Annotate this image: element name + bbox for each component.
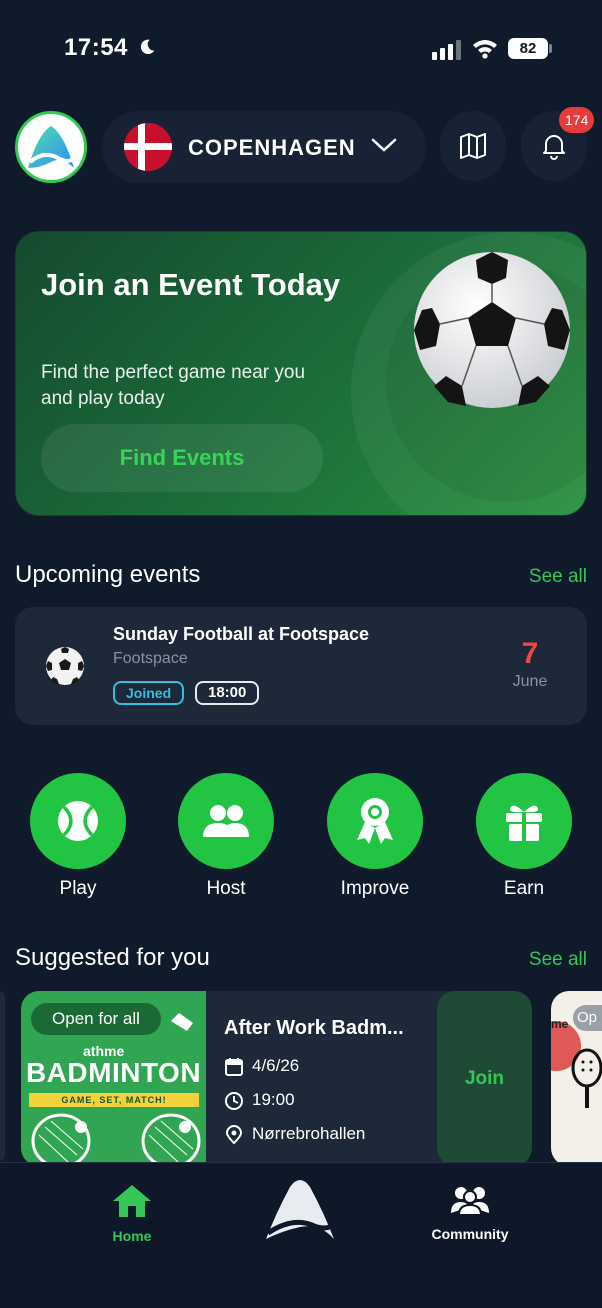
joined-badge: Joined	[113, 681, 185, 705]
nav-community[interactable]: Community	[428, 1183, 512, 1242]
status-time: 17:54	[64, 34, 128, 61]
nav-home[interactable]: Home	[102, 1183, 162, 1244]
hero-banner: Join an Event Today Find the perfect gam…	[15, 231, 587, 516]
users-icon	[203, 805, 249, 837]
improve-action-circle[interactable]	[327, 773, 423, 869]
clock-icon	[225, 1091, 243, 1110]
bottom-navigation: Home Community	[0, 1162, 602, 1308]
find-events-button[interactable]: Find Events	[41, 424, 323, 492]
join-button[interactable]: Join	[437, 991, 532, 1166]
earn-label: Earn	[503, 878, 545, 899]
event-time-badge: 18:00	[195, 681, 260, 705]
location-pin-icon	[225, 1124, 243, 1144]
hero-title: Join an Event Today	[41, 267, 341, 302]
app-logo[interactable]	[15, 111, 87, 183]
battery-indicator: 82	[508, 38, 548, 59]
city-selector[interactable]: COPENHAGEN	[102, 111, 426, 183]
chevron-down-icon	[371, 138, 397, 152]
upcoming-event-card[interactable]: Sunday Football at Footspace Footspace J…	[15, 607, 587, 725]
gift-icon	[506, 805, 542, 841]
home-icon	[113, 1185, 151, 1217]
earn-action[interactable]: Earn	[476, 773, 572, 900]
event-month: June	[512, 673, 548, 690]
improve-action[interactable]: Improve	[327, 773, 423, 900]
wifi-icon	[473, 40, 497, 59]
logo-icon	[28, 126, 76, 168]
map-button[interactable]	[440, 111, 506, 181]
award-ribbon-icon	[357, 798, 393, 844]
signal-icon	[432, 40, 461, 60]
host-action-circle[interactable]	[178, 773, 274, 869]
previous-card-peek[interactable]	[0, 991, 5, 1161]
next-card-peek[interactable]: me Op	[551, 991, 602, 1166]
play-action-circle[interactable]	[30, 773, 126, 869]
hero-subtitle: Find the perfect game near you and play …	[41, 362, 306, 409]
soccer-ball-icon	[414, 252, 570, 408]
moon-icon	[140, 39, 155, 55]
nav-community-label: Community	[431, 1226, 509, 1242]
event-title: Sunday Football at Footspace	[113, 624, 370, 644]
nav-home-label: Home	[112, 1228, 152, 1244]
upcoming-title: Upcoming events	[15, 561, 201, 588]
play-action[interactable]: Play	[30, 773, 126, 900]
map-icon	[460, 133, 486, 159]
nav-center-logo[interactable]	[260, 1173, 340, 1245]
community-icon	[451, 1187, 489, 1216]
time-text: 19:00	[252, 1090, 295, 1109]
event-venue: Footspace	[113, 650, 188, 667]
banner-subtitle: GAME, SET, MATCH!	[29, 1093, 199, 1107]
location-text: Nørrebrohallen	[252, 1124, 366, 1143]
suggested-event-time: 19:00	[224, 1090, 295, 1111]
app-logo-icon	[266, 1180, 336, 1239]
host-label: Host	[206, 878, 246, 899]
badminton-banner-title: BADMINTON	[25, 1057, 202, 1088]
city-name: COPENHAGEN	[188, 135, 356, 160]
event-image: Open for all athme BADMINTON GAME, SET, …	[21, 991, 206, 1166]
play-label: Play	[59, 878, 97, 899]
denmark-flag	[124, 123, 172, 171]
event-day: 7	[521, 637, 539, 670]
earn-action-circle[interactable]	[476, 773, 572, 869]
peek-brand: me	[551, 1017, 569, 1031]
peek-tag: Op	[573, 1005, 602, 1031]
padel-racket-icon	[571, 1048, 602, 1108]
notification-badge: 174	[559, 107, 595, 133]
improve-label: Improve	[340, 878, 410, 899]
suggested-title: Suggested for you	[15, 944, 210, 971]
upcoming-see-all-link[interactable]: See all	[529, 566, 587, 588]
suggested-event-date: 4/6/26	[224, 1056, 299, 1077]
date-text: 4/6/26	[252, 1056, 300, 1075]
suggested-event-location: Nørrebrohallen	[224, 1124, 365, 1145]
soccer-ball-icon	[46, 647, 84, 685]
calendar-icon	[225, 1057, 243, 1076]
suggested-event-title: After Work Badm...	[224, 1017, 404, 1039]
suggested-event-card[interactable]: Open for all athme BADMINTON GAME, SET, …	[21, 991, 532, 1166]
suggested-see-all-link[interactable]: See all	[529, 949, 587, 971]
open-for-all-tag: Open for all	[31, 1003, 161, 1035]
host-action[interactable]: Host	[178, 773, 274, 900]
battery-cap	[549, 44, 552, 53]
bell-icon	[543, 135, 565, 160]
tennis-ball-icon	[58, 801, 98, 841]
status-bar: 17:54 82	[0, 0, 602, 96]
